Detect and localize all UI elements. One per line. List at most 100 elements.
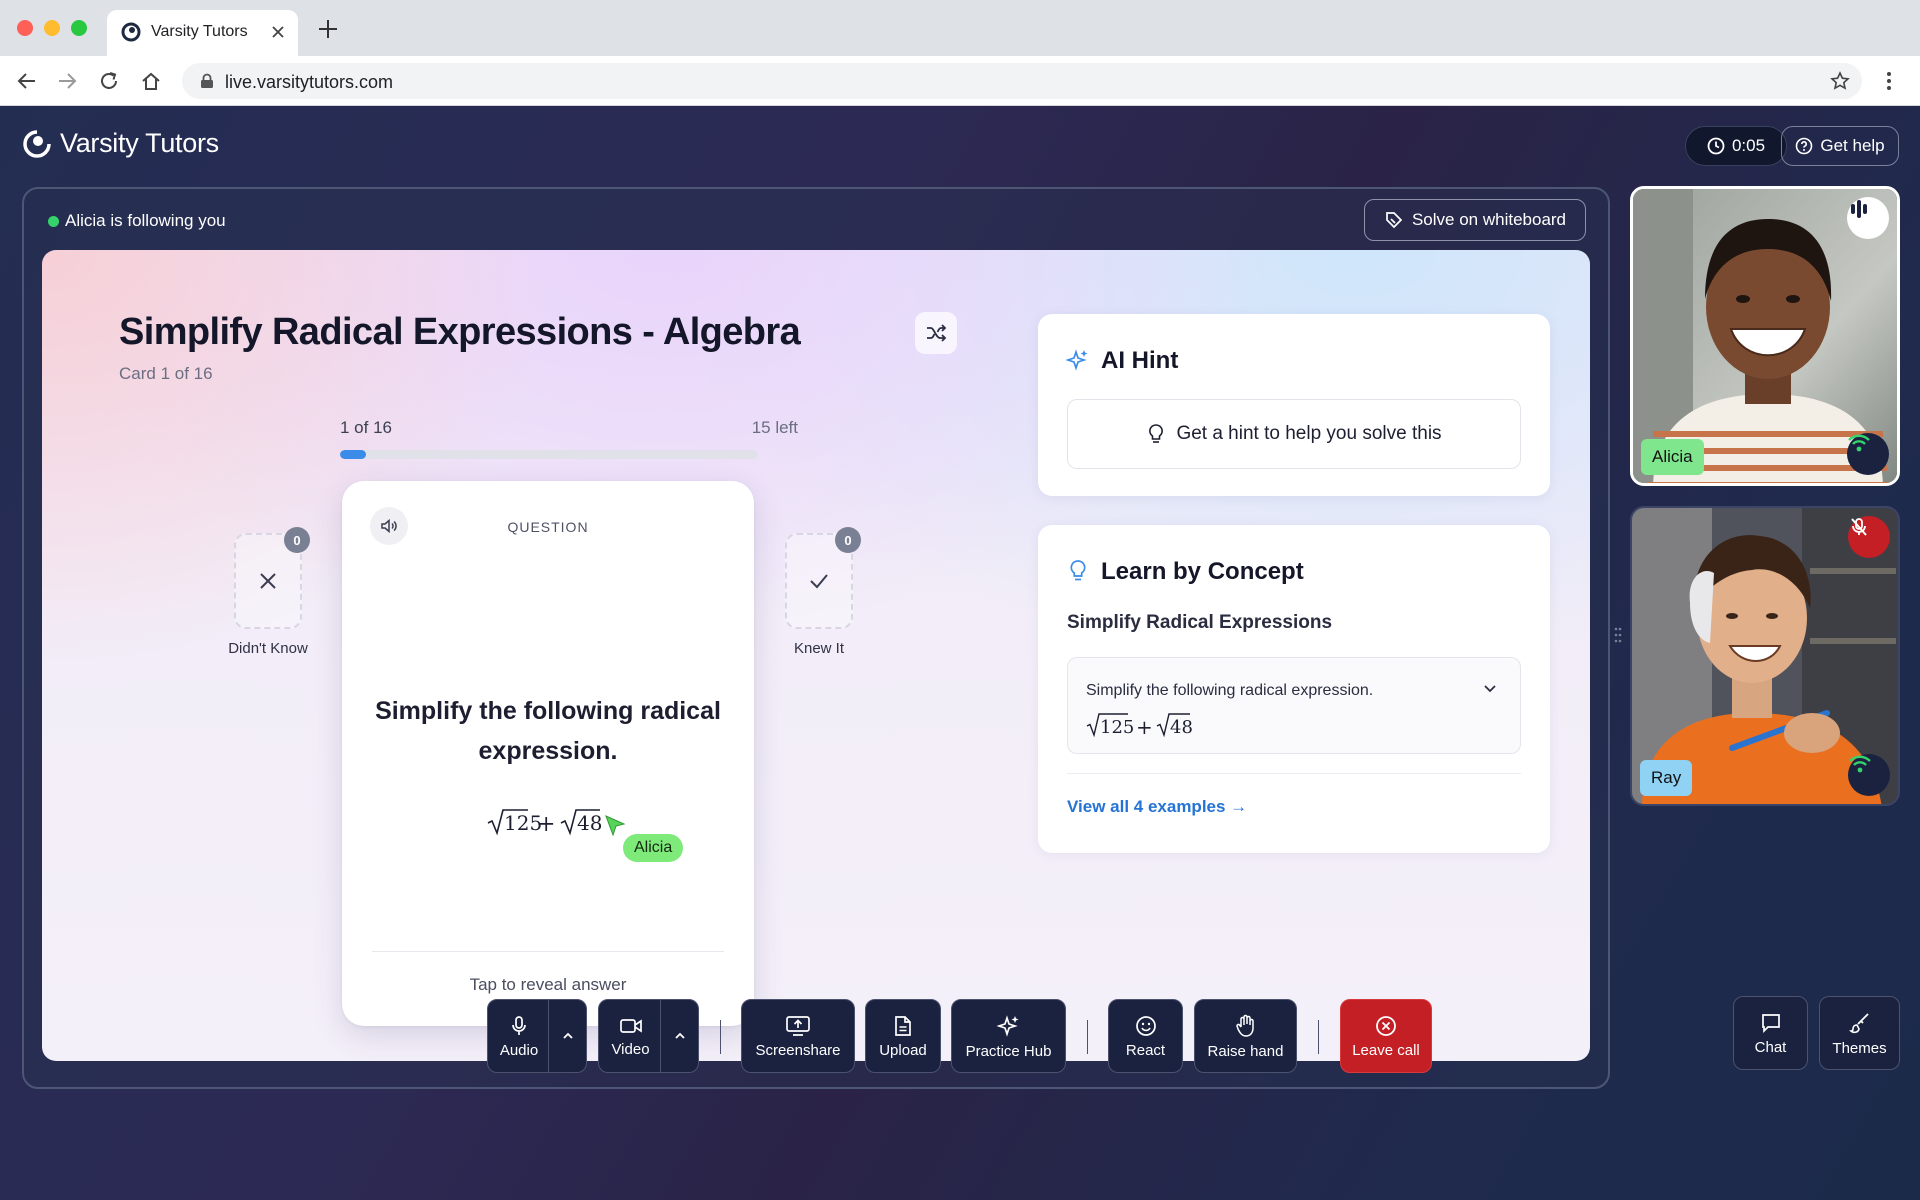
x-icon: [260, 573, 276, 589]
themes-button[interactable]: Themes: [1819, 996, 1900, 1070]
video-toggle[interactable]: Video: [599, 1000, 662, 1072]
audio-toggle[interactable]: Audio: [488, 1000, 550, 1072]
svg-text:+: +: [537, 812, 555, 837]
browser-menu-icon[interactable]: [1886, 71, 1892, 91]
solve-on-whiteboard-button[interactable]: Solve on whiteboard: [1364, 199, 1586, 241]
address-bar[interactable]: live.varsitytutors.com: [182, 63, 1862, 99]
lock-icon: [200, 73, 214, 89]
video-options-chevron-up-icon[interactable]: [660, 1000, 698, 1072]
brand-name: Varsity Tutors: [60, 128, 219, 158]
video-button[interactable]: Video: [598, 999, 699, 1073]
clock-icon: [1707, 137, 1725, 155]
upload-button[interactable]: Upload: [865, 999, 941, 1073]
panel-resize-handle-icon[interactable]: [1614, 627, 1622, 643]
get-hint-button[interactable]: Get a hint to help you solve this: [1067, 399, 1521, 469]
wifi-signal-icon: [1847, 433, 1889, 475]
window-maximize-button[interactable]: [71, 20, 87, 36]
practice-hub-button[interactable]: Practice Hub: [951, 999, 1066, 1073]
timer-value: 0:05: [1731, 136, 1766, 155]
new-tab-icon[interactable]: [318, 19, 338, 39]
raise-hand-label: Raise hand: [1207, 1042, 1284, 1060]
window-close-button[interactable]: [17, 20, 33, 36]
browser-tabbar: Varsity Tutors: [0, 0, 1920, 56]
participant-name-alicia: Alicia: [1641, 439, 1704, 475]
screenshare-button[interactable]: Screenshare: [741, 999, 855, 1073]
speaking-indicator-icon: [1847, 197, 1889, 239]
lightbulb-icon: [1068, 559, 1088, 583]
progress-bar-fill: [340, 450, 367, 459]
svg-text:+: +: [1136, 715, 1153, 739]
whiteboard-label: Solve on whiteboard: [1411, 210, 1567, 229]
reveal-answer-prompt[interactable]: Tap to reveal answer: [342, 975, 754, 995]
shuffle-icon: [927, 324, 947, 342]
video-camera-icon: [619, 1018, 642, 1033]
reload-icon[interactable]: [98, 70, 120, 92]
view-all-examples-link[interactable]: View all 4 examples →: [1067, 797, 1247, 817]
chevron-down-icon[interactable]: [1482, 680, 1498, 696]
pencil-tag-icon: [1386, 212, 1403, 229]
flashcard-panel: Simplify Radical Expressions - Algebra C…: [42, 250, 1590, 1061]
follow-status: Alicia is following you: [48, 211, 226, 231]
back-arrow-icon[interactable]: [16, 70, 38, 92]
didnt-know-count: 0: [284, 527, 310, 553]
chat-bubble-icon: [1761, 1013, 1780, 1033]
example-text: Simplify the following radical expressio…: [1086, 682, 1374, 699]
window-minimize-button[interactable]: [44, 20, 60, 36]
online-indicator-icon: [48, 215, 59, 227]
knew-it-count: 0: [835, 527, 861, 553]
bookmark-star-icon[interactable]: [1830, 71, 1850, 91]
audio-options-chevron-up-icon[interactable]: [548, 1000, 586, 1072]
react-button[interactable]: React: [1108, 999, 1183, 1073]
browser-tab[interactable]: Varsity Tutors: [107, 10, 298, 56]
upload-label: Upload: [879, 1041, 927, 1059]
didnt-know-bucket[interactable]: 0: [234, 527, 310, 629]
ai-hint-card: AI Hint Get a hint to help you solve thi…: [1038, 314, 1550, 496]
chat-button[interactable]: Chat: [1733, 996, 1808, 1070]
svg-text:48: 48: [1170, 717, 1193, 738]
react-label: React: [1125, 1041, 1166, 1059]
sparkle-icon: [996, 1014, 1018, 1037]
deck-subtitle: Card 1 of 16: [119, 364, 213, 383]
participant-video-alicia[interactable]: Alicia: [1630, 186, 1900, 486]
concept-divider: [1067, 773, 1521, 774]
example-expression: 125 + 48: [1086, 707, 1226, 739]
sparkle-icon: [1066, 348, 1090, 372]
leave-call-button[interactable]: Leave call: [1340, 999, 1432, 1073]
svg-text:125: 125: [1100, 717, 1134, 738]
concept-example[interactable]: Simplify the following radical expressio…: [1067, 657, 1521, 754]
get-hint-label: Get a hint to help you solve this: [1176, 423, 1442, 444]
chat-label: Chat: [1754, 1038, 1787, 1056]
remote-cursor-icon: [604, 814, 628, 838]
ai-hint-title: AI Hint: [1101, 347, 1179, 374]
video-label: Video: [611, 1040, 650, 1058]
audio-button[interactable]: Audio: [487, 999, 587, 1073]
document-upload-icon: [895, 1015, 911, 1036]
shuffle-button[interactable]: [915, 312, 957, 354]
check-icon: [810, 574, 828, 589]
didnt-know-label: Didn't Know: [228, 640, 308, 657]
home-icon[interactable]: [140, 70, 162, 92]
practice-hub-label: Practice Hub: [965, 1042, 1052, 1060]
progress-count: 1 of 16: [340, 418, 392, 437]
follow-status-text: Alicia is following you: [65, 211, 226, 230]
card-divider: [372, 951, 724, 952]
knew-it-bucket[interactable]: 0: [785, 527, 861, 629]
get-help-button[interactable]: Get help: [1781, 126, 1899, 166]
muted-microphone-icon: [1848, 516, 1890, 558]
flashcard[interactable]: QUESTION Simplify the following radical …: [342, 481, 754, 1026]
participant-name-ray: Ray: [1640, 760, 1693, 796]
tab-close-icon[interactable]: [270, 24, 286, 40]
wifi-signal-icon: [1848, 754, 1890, 796]
browser-toolbar: live.varsitytutors.com: [0, 56, 1920, 106]
raise-hand-button[interactable]: Raise hand: [1194, 999, 1297, 1073]
paintbrush-icon: [1848, 1012, 1869, 1033]
concept-name: Simplify Radical Expressions: [1067, 612, 1333, 633]
forward-arrow-icon[interactable]: [56, 70, 78, 92]
remote-cursor-label: Alicia: [623, 834, 684, 862]
screenshare-icon: [786, 1015, 810, 1036]
participant-video-ray[interactable]: Ray: [1630, 506, 1900, 806]
audio-label: Audio: [499, 1041, 539, 1059]
themes-label: Themes: [1832, 1039, 1887, 1057]
app-logo: Varsity Tutors: [22, 128, 219, 159]
get-help-label: Get help: [1820, 136, 1885, 155]
